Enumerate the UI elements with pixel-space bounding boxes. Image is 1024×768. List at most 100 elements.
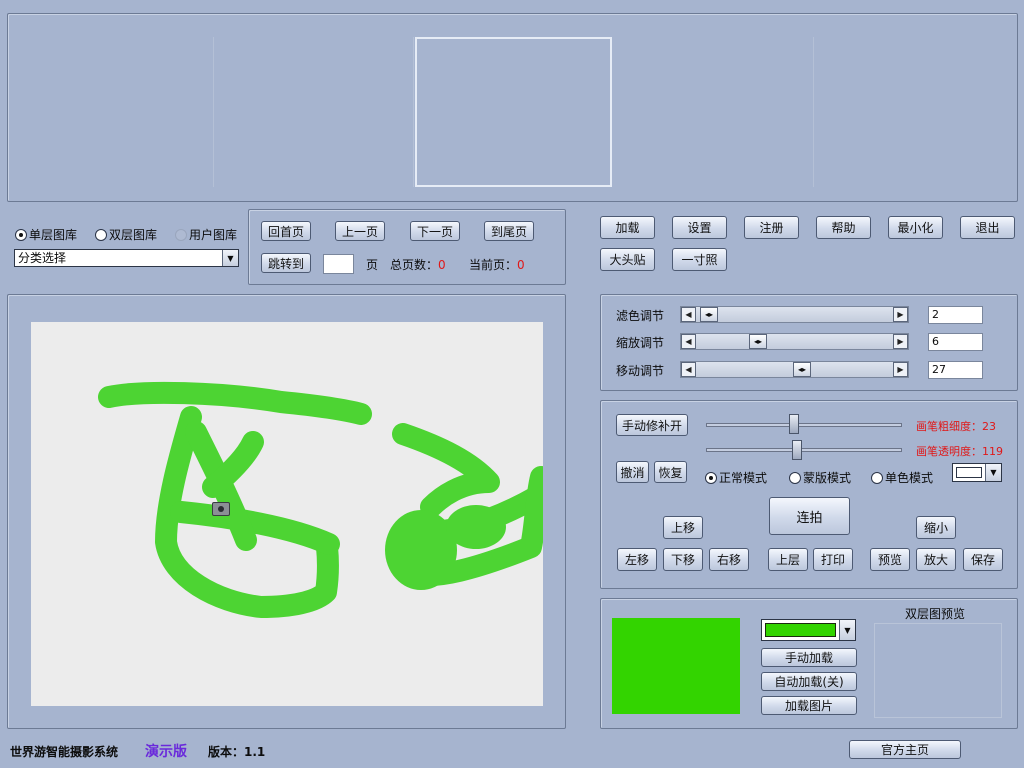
app-name: 世界游智能摄影系统 <box>10 745 119 759</box>
load-button[interactable]: 加载 <box>600 216 655 239</box>
page-unit-label: 页 <box>366 258 379 272</box>
thumbnail-slot[interactable] <box>14 37 214 187</box>
mode-color-swatch <box>956 467 982 478</box>
mode-mono-radio[interactable]: 单色模式 <box>871 469 933 486</box>
slider-thumb[interactable]: ◂▸ <box>793 362 811 377</box>
page-number-input[interactable] <box>323 254 354 274</box>
settings-button[interactable]: 设置 <box>672 216 727 239</box>
mode-mask-radio[interactable]: 蒙版模式 <box>789 469 851 486</box>
radio-user-library[interactable]: 用户图库 <box>175 226 237 243</box>
mode-normal-radio[interactable]: 正常模式 <box>705 469 767 486</box>
background-color-swatch <box>765 623 836 637</box>
arrow-right-icon[interactable]: ▶ <box>893 334 908 349</box>
arrow-left-icon[interactable]: ◀ <box>681 334 696 349</box>
radio-label: 正常模式 <box>719 471 768 485</box>
move-down-button[interactable]: 下移 <box>663 548 703 571</box>
version-label: 版本：1.1 <box>208 745 266 759</box>
drawing-canvas[interactable] <box>31 322 543 706</box>
opacity-thumb[interactable] <box>792 440 802 460</box>
move-left-button[interactable]: 左移 <box>617 548 657 571</box>
arrow-left-icon[interactable]: ◀ <box>681 307 696 322</box>
arrow-left-icon[interactable]: ◀ <box>681 362 696 377</box>
enlarge-button[interactable]: 放大 <box>916 548 956 571</box>
undo-button[interactable]: 撤消 <box>616 461 649 483</box>
opacity-label: 画笔透明度：119 <box>916 443 1003 459</box>
move-label: 移动调节 <box>616 364 665 378</box>
category-select-value: 分类选择 <box>18 251 67 265</box>
thickness-track[interactable] <box>706 423 902 427</box>
edition-label: 演示版 <box>145 744 187 760</box>
exit-button[interactable]: 退出 <box>960 216 1015 239</box>
slider-thumb[interactable]: ◂▸ <box>749 334 767 349</box>
preview-button[interactable]: 预览 <box>870 548 910 571</box>
radio-label: 单色模式 <box>885 471 934 485</box>
total-pages-text: 总页数： <box>390 258 439 272</box>
auto-load-button[interactable]: 自动加载(关) <box>761 672 857 691</box>
radio-label: 蒙版模式 <box>803 471 852 485</box>
arrow-right-icon[interactable]: ▶ <box>893 307 908 322</box>
zoom-value-input[interactable]: 6 <box>928 333 983 351</box>
arrow-right-icon[interactable]: ▶ <box>893 362 908 377</box>
radio-label: 用户图库 <box>189 228 238 242</box>
redo-button[interactable]: 恢复 <box>654 461 687 483</box>
opacity-track[interactable] <box>706 448 902 452</box>
first-page-button[interactable]: 回首页 <box>261 221 311 241</box>
opacity-text: 画笔透明度： <box>916 445 982 458</box>
prev-page-button[interactable]: 上一页 <box>335 221 385 241</box>
move-up-button[interactable]: 上移 <box>663 516 703 539</box>
sticker-button[interactable]: 大头贴 <box>600 248 655 271</box>
move-right-button[interactable]: 右移 <box>709 548 749 571</box>
opacity-value: 119 <box>982 445 1003 458</box>
minimize-button[interactable]: 最小化 <box>888 216 943 239</box>
thumbnail-slot[interactable] <box>214 37 414 187</box>
brush-blob <box>385 510 457 590</box>
mode-color-select[interactable]: ▼ <box>952 463 1002 482</box>
shrink-button[interactable]: 缩小 <box>916 516 956 539</box>
load-image-button[interactable]: 加载图片 <box>761 696 857 715</box>
next-page-button[interactable]: 下一页 <box>410 221 460 241</box>
camera-icon <box>212 502 230 516</box>
register-button[interactable]: 注册 <box>744 216 799 239</box>
double-preview-box <box>874 623 1002 718</box>
jump-to-button[interactable]: 跳转到 <box>261 253 311 273</box>
thickness-text: 画笔粗细度： <box>916 420 982 433</box>
current-page-value: 0 <box>517 258 525 272</box>
brush-blob <box>446 505 506 549</box>
radio-indicator <box>15 228 27 241</box>
zoom-slider[interactable]: ◀ ◂▸ ▶ <box>680 333 909 350</box>
background-color-preview <box>612 618 740 714</box>
save-button[interactable]: 保存 <box>963 548 1003 571</box>
chevron-down-icon: ▼ <box>222 250 238 266</box>
brush-stroke <box>392 423 500 518</box>
move-slider[interactable]: ◀ ◂▸ ▶ <box>680 361 909 378</box>
print-button[interactable]: 打印 <box>813 548 853 571</box>
manual-fix-button[interactable]: 手动修补开 <box>616 414 688 436</box>
slider-thumb[interactable]: ◂▸ <box>700 307 718 322</box>
zoom-label: 缩放调节 <box>616 336 665 350</box>
chevron-down-icon: ▼ <box>839 620 855 640</box>
category-select[interactable]: 分类选择 ▼ <box>14 249 239 267</box>
background-color-select[interactable]: ▼ <box>761 619 856 641</box>
move-value-input[interactable]: 27 <box>928 361 983 379</box>
thumbnail-strip <box>7 13 1018 202</box>
filter-value-input[interactable]: 2 <box>928 306 983 324</box>
radio-indicator <box>871 471 883 484</box>
thumbnail-slot-selected[interactable] <box>415 37 612 187</box>
inch-photo-button[interactable]: 一寸照 <box>672 248 727 271</box>
chevron-down-icon: ▼ <box>985 464 1001 481</box>
thumbnail-slot[interactable] <box>614 37 814 187</box>
brush-stroke <box>98 381 372 425</box>
burst-button[interactable]: 连拍 <box>769 497 850 535</box>
last-page-button[interactable]: 到尾页 <box>484 221 534 241</box>
homepage-button[interactable]: 官方主页 <box>849 740 961 759</box>
filter-slider[interactable]: ◀ ◂▸ ▶ <box>680 306 909 323</box>
manual-load-button[interactable]: 手动加载 <box>761 648 857 667</box>
double-preview-title: 双层图预览 <box>905 607 966 621</box>
radio-double-library[interactable]: 双层图库 <box>95 226 157 243</box>
thumbnail-slot[interactable] <box>814 37 1012 187</box>
thickness-thumb[interactable] <box>789 414 799 434</box>
help-button[interactable]: 帮助 <box>816 216 871 239</box>
layer-up-button[interactable]: 上层 <box>768 548 808 571</box>
radio-single-library[interactable]: 单层图库 <box>15 226 77 243</box>
current-page-text: 当前页： <box>469 258 518 272</box>
